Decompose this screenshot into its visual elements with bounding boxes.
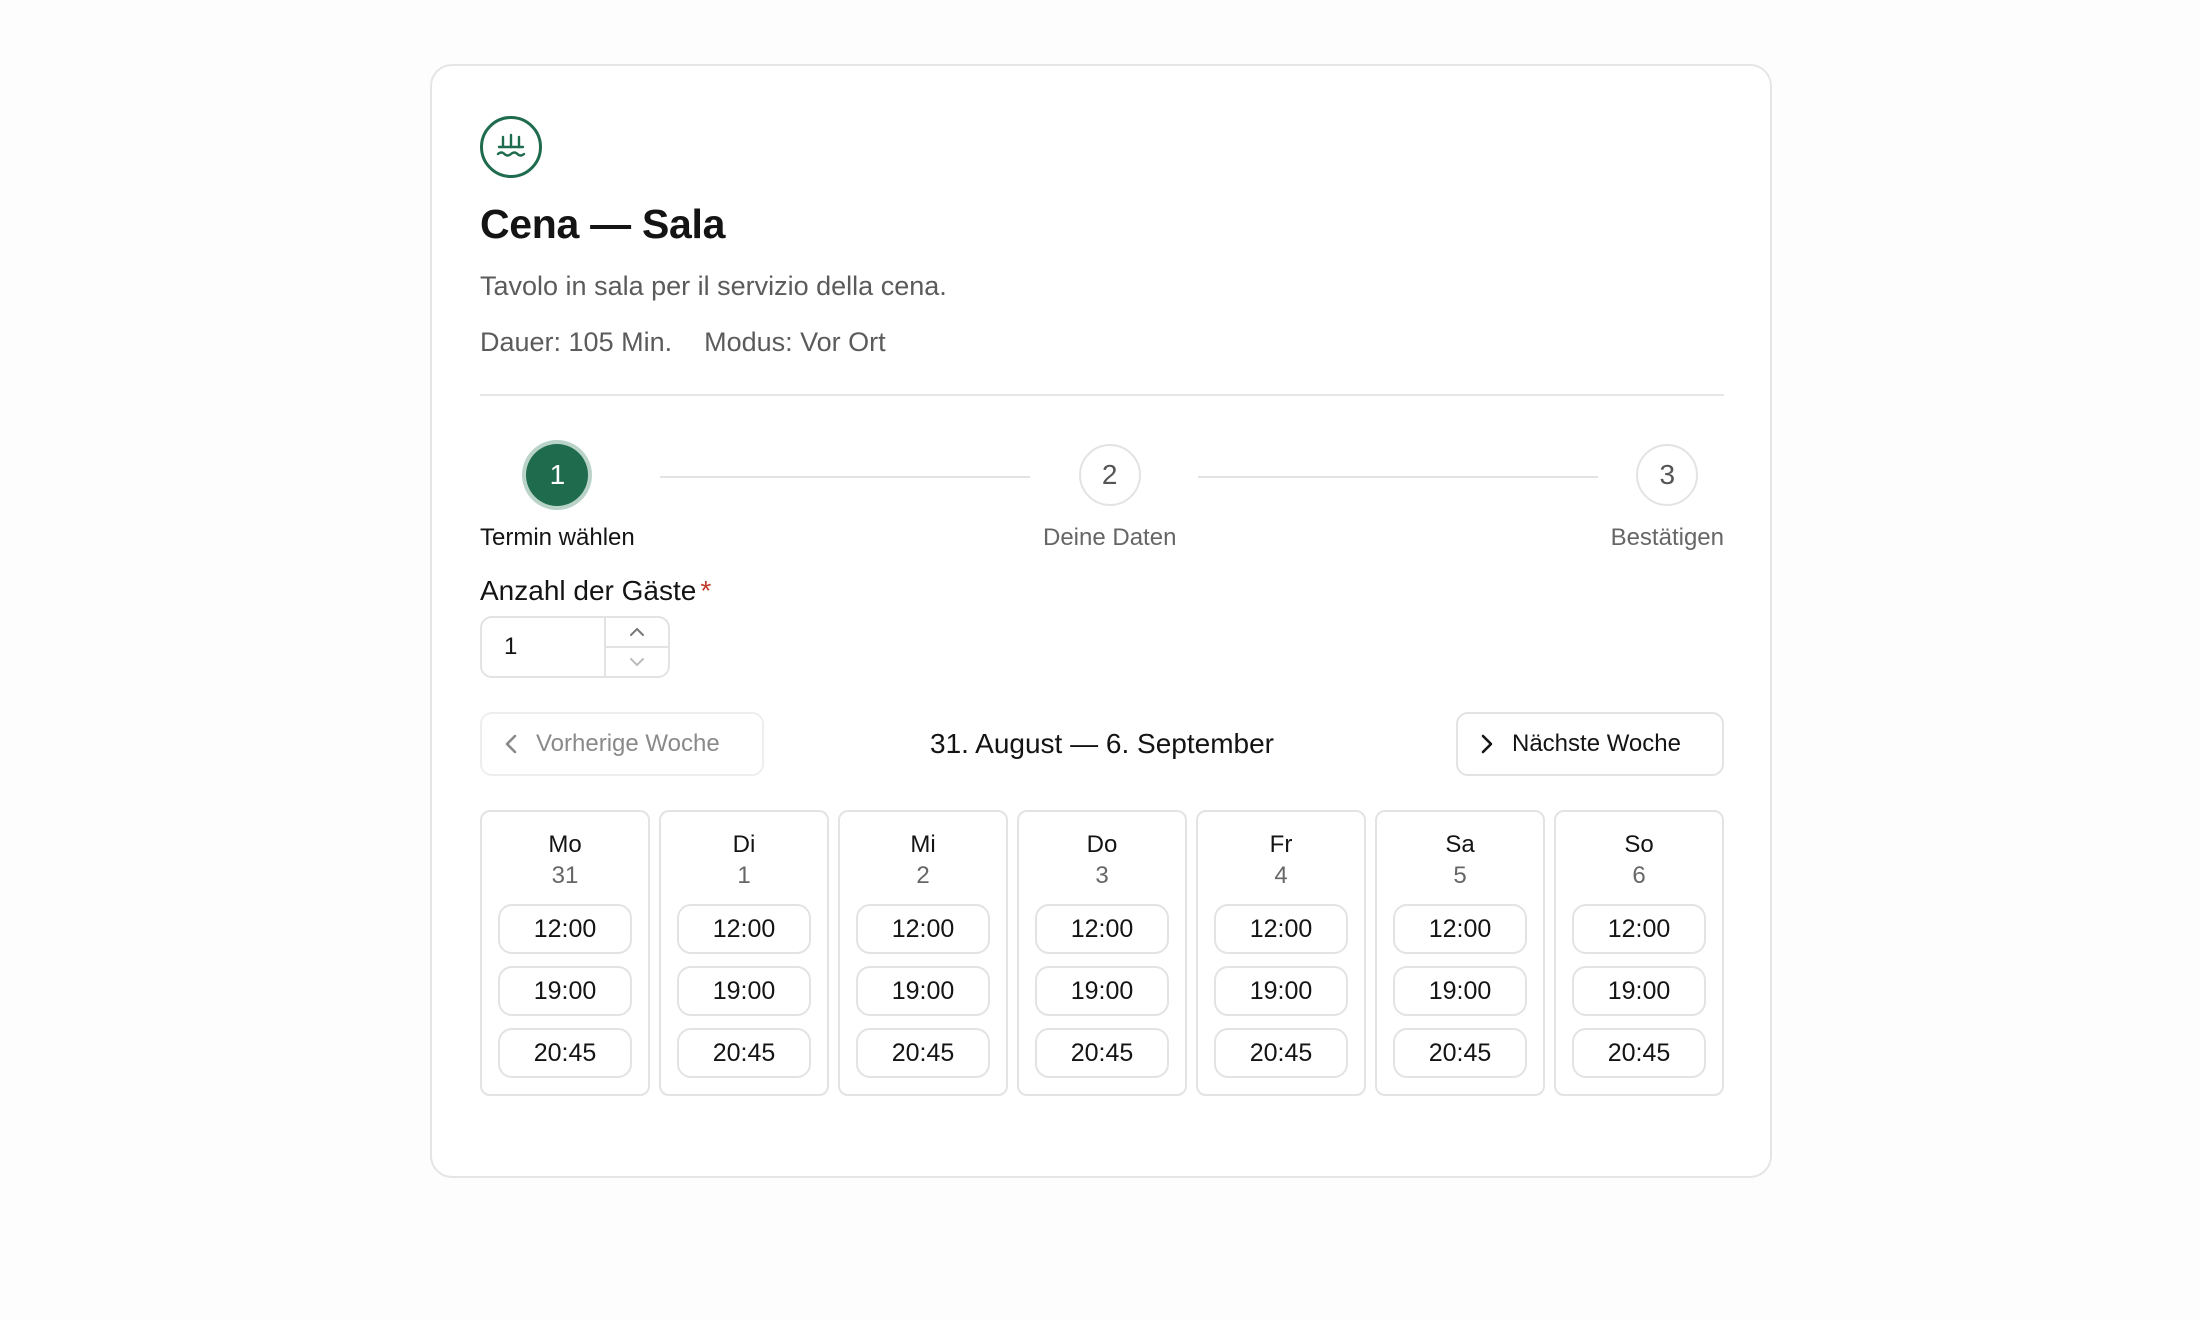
chevron-right-icon <box>1481 734 1493 754</box>
time-slot-button[interactable]: 12:00 <box>1572 904 1706 954</box>
time-slot-button[interactable]: 19:00 <box>677 966 811 1016</box>
day-date: 31 <box>551 862 579 889</box>
time-slot-button[interactable]: 12:00 <box>1393 904 1527 954</box>
day-date: 2 <box>916 862 930 889</box>
day-date: 6 <box>1632 862 1646 889</box>
day-name: Do <box>1086 831 1118 858</box>
time-slot-button[interactable]: 20:45 <box>1393 1028 1527 1078</box>
chevron-down-icon[interactable] <box>606 646 668 676</box>
previous-week-label: Vorherige Woche <box>536 730 720 757</box>
step-2[interactable]: 2 Deine Daten <box>1043 444 1176 552</box>
day-column: So 6 12:00 19:00 20:45 <box>1554 810 1724 1096</box>
day-date: 1 <box>737 862 751 889</box>
day-columns: Mo 31 12:00 19:00 20:45 Di 1 12:00 19:00… <box>480 810 1724 1096</box>
time-slot-button[interactable]: 12:00 <box>856 904 990 954</box>
guests-input[interactable]: 1 <box>482 618 604 676</box>
day-column: Do 3 12:00 19:00 20:45 <box>1017 810 1187 1096</box>
step-connector <box>1198 476 1598 478</box>
day-column: Di 1 12:00 19:00 20:45 <box>659 810 829 1096</box>
time-slot-button[interactable]: 19:00 <box>498 966 632 1016</box>
service-description: Tavolo in sala per il servizio della cen… <box>480 271 947 301</box>
day-date: 4 <box>1274 862 1288 889</box>
day-date: 5 <box>1453 862 1467 889</box>
day-name: Fr <box>1269 831 1293 858</box>
time-slot-button[interactable]: 19:00 <box>1214 966 1348 1016</box>
time-slot-button[interactable]: 19:00 <box>1393 966 1527 1016</box>
week-navigation: Vorherige Woche 31. August — 6. Septembe… <box>480 712 1724 776</box>
time-slot-button[interactable]: 19:00 <box>856 966 990 1016</box>
time-slot-button[interactable]: 19:00 <box>1572 966 1706 1016</box>
next-week-label: Nächste Woche <box>1512 730 1681 757</box>
service-meta: Dauer: 105 Min. Modus: Vor Ort <box>480 324 1724 360</box>
day-column: Mi 2 12:00 19:00 20:45 <box>838 810 1008 1096</box>
guests-stepper[interactable]: 1 <box>480 616 670 678</box>
booking-card-content: Cena — Sala Tavolo in sala per il serviz… <box>480 116 1724 1096</box>
step-2-label: Deine Daten <box>1043 524 1177 551</box>
required-mark: * <box>700 575 712 606</box>
day-name: So <box>1624 831 1654 858</box>
step-1[interactable]: 1 Termin wählen <box>480 444 635 552</box>
guests-label-text: Anzahl der Gäste <box>480 575 697 606</box>
step-connector <box>660 476 1030 478</box>
step-3-circle: 3 <box>1636 444 1699 506</box>
time-slot-button[interactable]: 12:00 <box>1035 904 1169 954</box>
time-slot-button[interactable]: 20:45 <box>1572 1028 1706 1078</box>
chevron-up-icon[interactable] <box>606 618 668 646</box>
time-slot-button[interactable]: 12:00 <box>498 904 632 954</box>
mode-text: Modus: Vor Ort <box>704 327 886 357</box>
day-name: Sa <box>1445 831 1475 858</box>
time-slot-button[interactable]: 12:00 <box>1214 904 1348 954</box>
day-name: Mo <box>548 831 582 858</box>
step-3-label: Bestätigen <box>1610 524 1724 551</box>
time-slot-button[interactable]: 19:00 <box>1035 966 1169 1016</box>
day-date: 3 <box>1095 862 1109 889</box>
time-slot-button[interactable]: 12:00 <box>677 904 811 954</box>
time-slot-button[interactable]: 20:45 <box>677 1028 811 1078</box>
chevron-left-icon <box>505 734 517 754</box>
booking-card: Cena — Sala Tavolo in sala per il serviz… <box>430 64 1772 1178</box>
pier-water-icon <box>480 116 542 178</box>
day-name: Mi <box>910 831 936 858</box>
time-slot-button[interactable]: 20:45 <box>856 1028 990 1078</box>
day-column: Sa 5 12:00 19:00 20:45 <box>1375 810 1545 1096</box>
step-3[interactable]: 3 Bestätigen <box>1611 444 1724 552</box>
day-name: Di <box>732 831 756 858</box>
page-title: Cena — Sala <box>480 201 726 247</box>
day-column: Fr 4 12:00 19:00 20:45 <box>1196 810 1366 1096</box>
step-2-circle: 2 <box>1078 444 1141 506</box>
day-column: Mo 31 12:00 19:00 20:45 <box>480 810 650 1096</box>
time-slot-button[interactable]: 20:45 <box>1035 1028 1169 1078</box>
next-week-button[interactable]: Nächste Woche <box>1456 712 1724 776</box>
guests-label: Anzahl der Gäste * <box>480 574 1724 608</box>
duration-text: Dauer: 105 Min. <box>480 327 673 357</box>
step-1-circle: 1 <box>526 444 589 506</box>
time-slot-button[interactable]: 20:45 <box>1214 1028 1348 1078</box>
step-1-label: Termin wählen <box>480 524 635 551</box>
guests-stepper-arrows <box>604 618 668 676</box>
previous-week-button[interactable]: Vorherige Woche <box>480 712 764 776</box>
time-slot-button[interactable]: 20:45 <box>498 1028 632 1078</box>
progress-stepper: 1 Termin wählen 2 Deine Daten 3 Bestätig… <box>480 396 1724 551</box>
